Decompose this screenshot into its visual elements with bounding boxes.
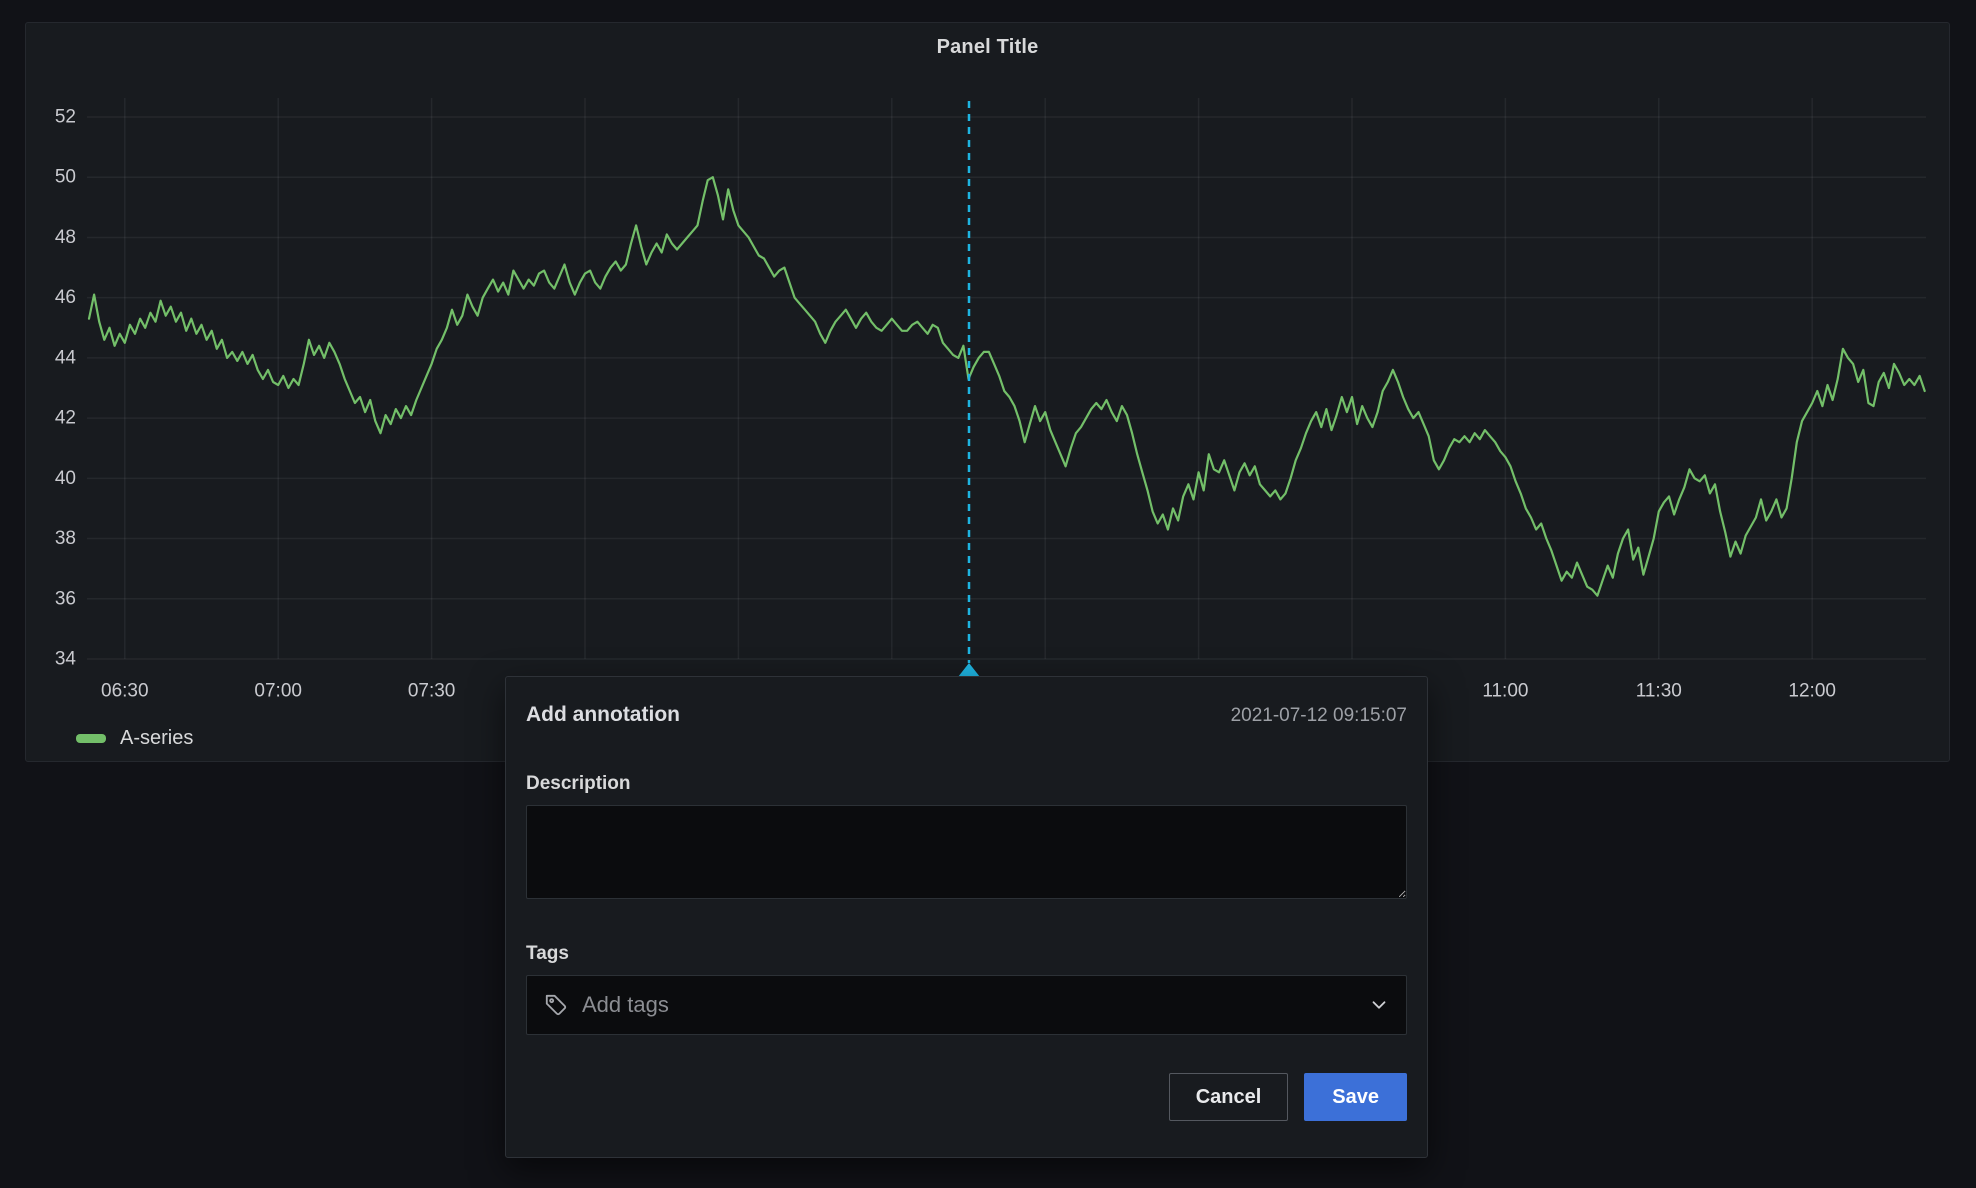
y-tick-label: 42 [55,408,76,429]
annotation-description-input[interactable] [526,805,1407,899]
x-tick-label: 12:00 [1788,681,1836,702]
x-tick-label: 07:00 [254,681,302,702]
y-tick-label: 52 [55,107,76,128]
tags-label: Tags [526,943,1407,965]
legend-series-swatch [76,734,106,743]
x-tick-label: 11:30 [1636,681,1682,702]
x-tick-label: 11:00 [1482,681,1528,702]
series-line [89,177,1925,596]
y-tick-label: 34 [55,648,77,669]
tags-input[interactable]: Add tags [526,975,1407,1035]
y-tick-label: 46 [55,287,76,308]
x-tick-label: 06:30 [101,681,149,702]
description-label: Description [526,773,1407,795]
tags-field-group: Tags Add tags [526,943,1407,1035]
description-field-group: Description [526,773,1407,899]
chevron-down-icon[interactable] [1368,994,1390,1016]
legend: A-series [76,727,193,750]
y-tick-label: 38 [55,528,76,549]
y-tick-label: 40 [55,468,76,489]
x-tick-label: 07:30 [408,681,456,702]
grafana-panel: Panel Title 3436384042444648505206:3007:… [25,22,1950,762]
save-button[interactable]: Save [1304,1073,1407,1121]
tag-icon [543,992,569,1018]
annotation-timestamp: 2021-07-12 09:15:07 [1231,705,1407,727]
dialog-title: Add annotation [526,703,680,727]
legend-series-label[interactable]: A-series [120,727,193,750]
cancel-button[interactable]: Cancel [1169,1073,1289,1121]
dialog-buttons: Cancel Save [526,1073,1407,1121]
time-series-chart[interactable]: 3436384042444648505206:3007:0007:3008:00… [26,23,1951,763]
y-tick-label: 50 [55,167,76,188]
tags-placeholder: Add tags [582,992,1355,1018]
y-tick-label: 44 [55,347,77,368]
dialog-header: Add annotation 2021-07-12 09:15:07 [526,677,1407,727]
annotation-marker-arrow[interactable] [958,663,980,677]
y-tick-label: 48 [55,227,76,248]
y-tick-label: 36 [55,588,76,609]
add-annotation-dialog: Add annotation 2021-07-12 09:15:07 Descr… [505,676,1428,1158]
